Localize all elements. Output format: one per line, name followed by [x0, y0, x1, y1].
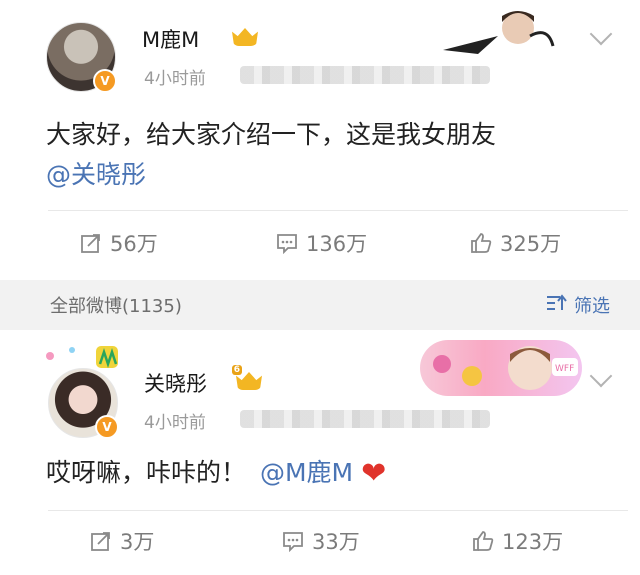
username[interactable]: M鹿M	[142, 24, 199, 54]
decoration-banner: WFF	[420, 340, 582, 396]
verified-badge-icon: V	[95, 415, 119, 439]
thumbs-up-icon	[472, 530, 494, 552]
blurred-source	[240, 410, 490, 428]
filter-icon	[546, 293, 568, 317]
like-button[interactable]: 325万	[470, 228, 561, 258]
username[interactable]: 关晓彤	[144, 368, 207, 398]
repost-button[interactable]: 3万	[90, 526, 154, 556]
divider	[48, 510, 628, 511]
avatar[interactable]: V	[46, 22, 117, 93]
blurred-source	[240, 66, 490, 84]
comment-button[interactable]: 136万	[276, 228, 367, 258]
all-posts-label[interactable]: 全部微博(1135)	[50, 292, 182, 318]
filter-label: 筛选	[574, 296, 610, 317]
divider	[48, 210, 628, 211]
filter-button[interactable]: 筛选	[546, 292, 610, 318]
mention-link[interactable]: @M鹿M	[260, 458, 353, 487]
repost-icon	[80, 232, 102, 254]
decoration-image	[443, 11, 555, 54]
comment-button[interactable]: 33万	[282, 526, 360, 556]
mention-link[interactable]: @关晓彤	[46, 158, 146, 192]
chevron-down-icon[interactable]	[589, 364, 613, 388]
repost-count: 56万	[110, 232, 158, 256]
comment-count: 33万	[312, 530, 360, 554]
thumbs-up-icon	[470, 232, 492, 254]
like-count: 123万	[502, 530, 564, 554]
post-text: 哎呀嘛，咔咔的！ @M鹿M ❤	[46, 456, 387, 491]
post-text: 大家好，给大家介绍一下，这是我女朋友	[46, 120, 497, 149]
repost-icon	[90, 530, 112, 552]
repost-button[interactable]: 56万	[80, 228, 158, 258]
heart-icon: ❤	[361, 456, 387, 491]
like-count: 325万	[500, 232, 562, 256]
action-bar: 56万 136万 325万	[0, 216, 640, 268]
comment-icon	[282, 530, 304, 552]
verified-badge-icon: V	[93, 69, 117, 93]
post-time: 4小时前	[144, 413, 206, 433]
filter-bar: 全部微博(1135) 筛选	[0, 280, 640, 330]
repost-count: 3万	[120, 530, 155, 554]
post-time: 4小时前	[144, 69, 206, 89]
chevron-down-icon[interactable]	[589, 22, 613, 46]
like-button[interactable]: 123万	[472, 526, 563, 556]
avatar[interactable]: V	[48, 368, 119, 439]
svg-text:WFF: WFF	[555, 364, 574, 374]
comment-icon	[276, 232, 298, 254]
comment-count: 136万	[306, 232, 368, 256]
action-bar: 3万 33万 123万	[0, 514, 640, 566]
